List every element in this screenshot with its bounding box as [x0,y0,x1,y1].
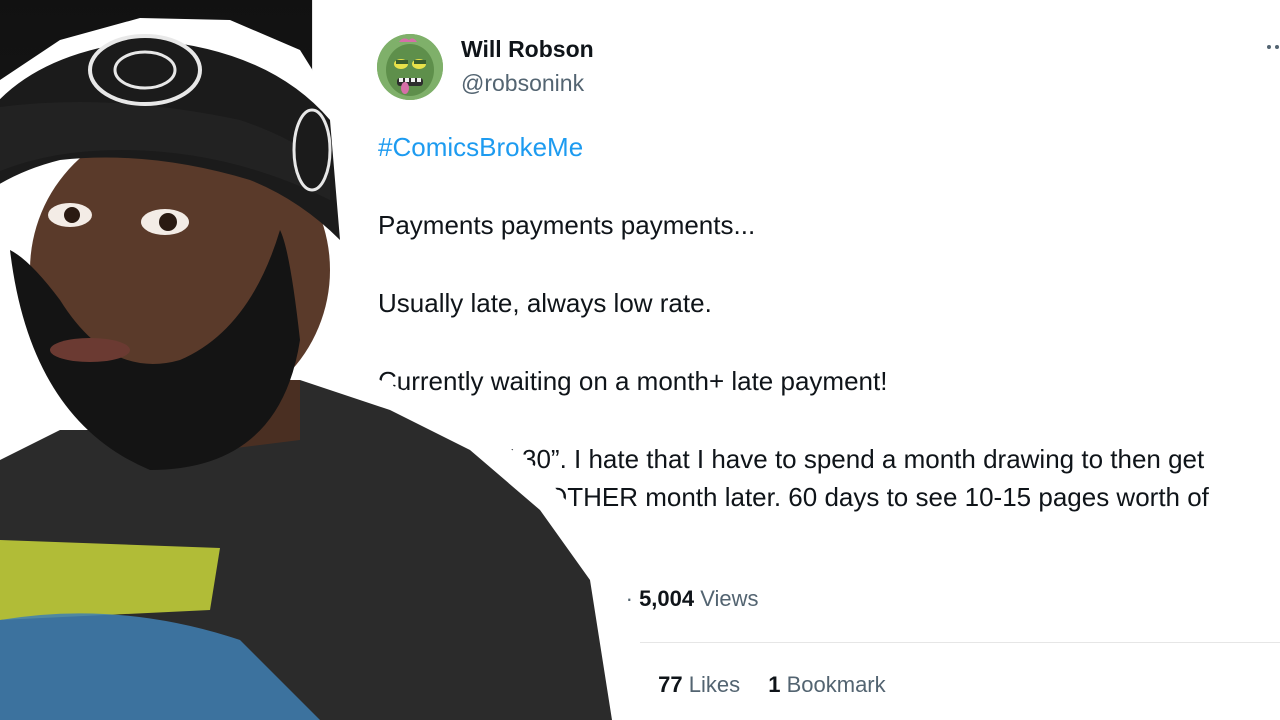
tweet-card: Will Robson @robsonink #ComicsBrokeMe Pa… [312,0,1280,720]
user-handle[interactable]: @robsonink [461,70,584,97]
tweet-meta-row: 23 · 5,004 Views [595,586,759,612]
tweet-text-line: ʻ 30”. I hate that I have to spend a mon… [509,444,1205,474]
meta-separator: · [625,586,633,611]
bookmarks-stat[interactable]: 1 Bookmark [768,672,885,697]
likes-count: 77 [658,672,683,697]
hashtag-link[interactable]: #ComicsBrokeMe [378,132,583,163]
likes-label: Likes [688,672,741,697]
bookmarks-label: Bookmark [786,672,886,697]
tweet-date[interactable]: 23 [595,586,619,611]
tweet-text-line: Currently waiting on a month+ late payme… [378,366,888,396]
tweet-text-line: Usually late, always low rate. [378,288,712,318]
divider [378,642,1280,643]
views-label: Views [700,586,759,611]
tweet-text-line: OTHER month later. 60 days to see 10-15 … [547,482,1209,512]
user-avatar[interactable] [377,34,443,100]
reposts-label[interactable]: s [613,672,624,697]
likes-stat[interactable]: 77 Likes [658,672,740,697]
display-name[interactable]: Will Robson [461,36,594,63]
photo-background [0,0,312,720]
zombie-avatar-icon [377,34,443,100]
bookmarks-count: 1 [768,672,781,697]
more-options-icon[interactable] [1267,40,1280,54]
views-count: 5,004 [639,586,695,611]
tweet-text-line: Payments payments payments... [378,210,756,240]
tweet-stats-row: s 77 Likes 1 Bookmark [613,672,886,698]
